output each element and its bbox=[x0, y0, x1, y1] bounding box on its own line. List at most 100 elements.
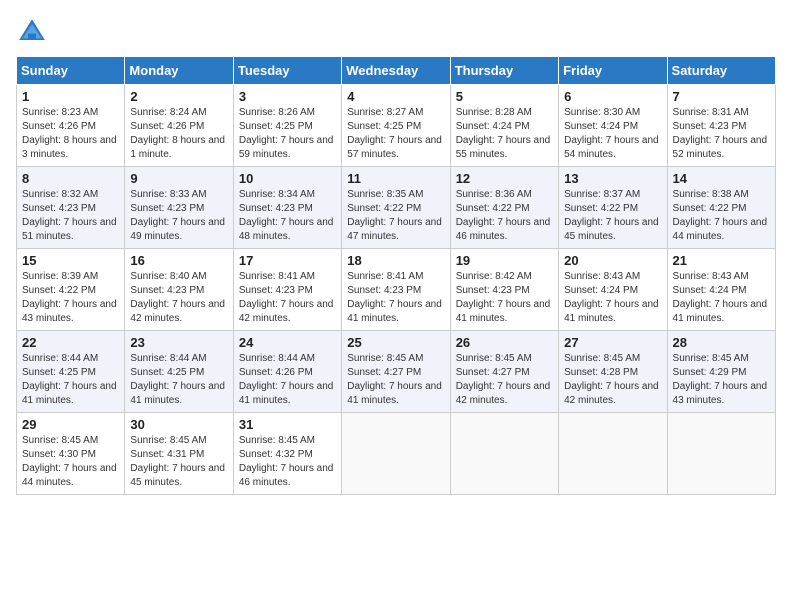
day-number: 31 bbox=[239, 417, 336, 432]
calendar-cell: 29 Sunrise: 8:45 AMSunset: 4:30 PMDaylig… bbox=[17, 413, 125, 495]
day-info: Sunrise: 8:31 AMSunset: 4:23 PMDaylight:… bbox=[673, 106, 770, 162]
day-info: Sunrise: 8:45 AMSunset: 4:31 PMDaylight:… bbox=[130, 434, 227, 490]
calendar-week-row: 22 Sunrise: 8:44 AMSunset: 4:25 PMDaylig… bbox=[17, 331, 776, 413]
calendar-cell: 14 Sunrise: 8:38 AMSunset: 4:22 PMDaylig… bbox=[667, 167, 775, 249]
day-info: Sunrise: 8:30 AMSunset: 4:24 PMDaylight:… bbox=[564, 106, 661, 162]
calendar-cell: 7 Sunrise: 8:31 AMSunset: 4:23 PMDayligh… bbox=[667, 85, 775, 167]
calendar-cell bbox=[450, 413, 558, 495]
calendar-cell: 24 Sunrise: 8:44 AMSunset: 4:26 PMDaylig… bbox=[233, 331, 341, 413]
day-number: 24 bbox=[239, 335, 336, 350]
day-info: Sunrise: 8:41 AMSunset: 4:23 PMDaylight:… bbox=[239, 270, 336, 326]
day-info: Sunrise: 8:44 AMSunset: 4:26 PMDaylight:… bbox=[239, 352, 336, 408]
logo bbox=[16, 16, 52, 48]
calendar-cell bbox=[342, 413, 450, 495]
day-number: 4 bbox=[347, 89, 444, 104]
calendar-cell: 22 Sunrise: 8:44 AMSunset: 4:25 PMDaylig… bbox=[17, 331, 125, 413]
day-info: Sunrise: 8:44 AMSunset: 4:25 PMDaylight:… bbox=[130, 352, 227, 408]
calendar-week-row: 8 Sunrise: 8:32 AMSunset: 4:23 PMDayligh… bbox=[17, 167, 776, 249]
calendar-cell: 21 Sunrise: 8:43 AMSunset: 4:24 PMDaylig… bbox=[667, 249, 775, 331]
day-info: Sunrise: 8:39 AMSunset: 4:22 PMDaylight:… bbox=[22, 270, 119, 326]
day-number: 17 bbox=[239, 253, 336, 268]
calendar-cell bbox=[667, 413, 775, 495]
day-info: Sunrise: 8:45 AMSunset: 4:29 PMDaylight:… bbox=[673, 352, 770, 408]
day-info: Sunrise: 8:24 AMSunset: 4:26 PMDaylight:… bbox=[130, 106, 227, 162]
calendar-cell: 10 Sunrise: 8:34 AMSunset: 4:23 PMDaylig… bbox=[233, 167, 341, 249]
calendar-header-thursday: Thursday bbox=[450, 57, 558, 85]
day-number: 7 bbox=[673, 89, 770, 104]
day-info: Sunrise: 8:35 AMSunset: 4:22 PMDaylight:… bbox=[347, 188, 444, 244]
day-info: Sunrise: 8:34 AMSunset: 4:23 PMDaylight:… bbox=[239, 188, 336, 244]
day-number: 12 bbox=[456, 171, 553, 186]
page-header bbox=[16, 16, 776, 48]
day-number: 3 bbox=[239, 89, 336, 104]
day-info: Sunrise: 8:27 AMSunset: 4:25 PMDaylight:… bbox=[347, 106, 444, 162]
calendar-cell: 17 Sunrise: 8:41 AMSunset: 4:23 PMDaylig… bbox=[233, 249, 341, 331]
day-info: Sunrise: 8:28 AMSunset: 4:24 PMDaylight:… bbox=[456, 106, 553, 162]
calendar-table: SundayMondayTuesdayWednesdayThursdayFrid… bbox=[16, 56, 776, 495]
calendar-header-sunday: Sunday bbox=[17, 57, 125, 85]
calendar-cell: 3 Sunrise: 8:26 AMSunset: 4:25 PMDayligh… bbox=[233, 85, 341, 167]
day-info: Sunrise: 8:33 AMSunset: 4:23 PMDaylight:… bbox=[130, 188, 227, 244]
calendar-cell: 6 Sunrise: 8:30 AMSunset: 4:24 PMDayligh… bbox=[559, 85, 667, 167]
day-info: Sunrise: 8:38 AMSunset: 4:22 PMDaylight:… bbox=[673, 188, 770, 244]
day-number: 13 bbox=[564, 171, 661, 186]
day-number: 2 bbox=[130, 89, 227, 104]
calendar-cell: 4 Sunrise: 8:27 AMSunset: 4:25 PMDayligh… bbox=[342, 85, 450, 167]
calendar-header-tuesday: Tuesday bbox=[233, 57, 341, 85]
day-number: 8 bbox=[22, 171, 119, 186]
day-info: Sunrise: 8:32 AMSunset: 4:23 PMDaylight:… bbox=[22, 188, 119, 244]
day-number: 1 bbox=[22, 89, 119, 104]
day-number: 19 bbox=[456, 253, 553, 268]
calendar-week-row: 1 Sunrise: 8:23 AMSunset: 4:26 PMDayligh… bbox=[17, 85, 776, 167]
day-number: 16 bbox=[130, 253, 227, 268]
calendar-cell: 5 Sunrise: 8:28 AMSunset: 4:24 PMDayligh… bbox=[450, 85, 558, 167]
calendar-cell: 18 Sunrise: 8:41 AMSunset: 4:23 PMDaylig… bbox=[342, 249, 450, 331]
calendar-cell bbox=[559, 413, 667, 495]
day-info: Sunrise: 8:45 AMSunset: 4:27 PMDaylight:… bbox=[456, 352, 553, 408]
day-number: 11 bbox=[347, 171, 444, 186]
day-info: Sunrise: 8:36 AMSunset: 4:22 PMDaylight:… bbox=[456, 188, 553, 244]
calendar-header-monday: Monday bbox=[125, 57, 233, 85]
calendar-cell: 2 Sunrise: 8:24 AMSunset: 4:26 PMDayligh… bbox=[125, 85, 233, 167]
calendar-cell: 25 Sunrise: 8:45 AMSunset: 4:27 PMDaylig… bbox=[342, 331, 450, 413]
day-number: 15 bbox=[22, 253, 119, 268]
calendar-cell: 12 Sunrise: 8:36 AMSunset: 4:22 PMDaylig… bbox=[450, 167, 558, 249]
calendar-cell: 8 Sunrise: 8:32 AMSunset: 4:23 PMDayligh… bbox=[17, 167, 125, 249]
calendar-header-friday: Friday bbox=[559, 57, 667, 85]
calendar-cell: 1 Sunrise: 8:23 AMSunset: 4:26 PMDayligh… bbox=[17, 85, 125, 167]
day-info: Sunrise: 8:45 AMSunset: 4:30 PMDaylight:… bbox=[22, 434, 119, 490]
day-info: Sunrise: 8:26 AMSunset: 4:25 PMDaylight:… bbox=[239, 106, 336, 162]
calendar-cell: 15 Sunrise: 8:39 AMSunset: 4:22 PMDaylig… bbox=[17, 249, 125, 331]
day-number: 10 bbox=[239, 171, 336, 186]
day-number: 28 bbox=[673, 335, 770, 350]
calendar-cell: 28 Sunrise: 8:45 AMSunset: 4:29 PMDaylig… bbox=[667, 331, 775, 413]
calendar-cell: 9 Sunrise: 8:33 AMSunset: 4:23 PMDayligh… bbox=[125, 167, 233, 249]
day-info: Sunrise: 8:42 AMSunset: 4:23 PMDaylight:… bbox=[456, 270, 553, 326]
logo-icon bbox=[16, 16, 48, 48]
calendar-cell: 27 Sunrise: 8:45 AMSunset: 4:28 PMDaylig… bbox=[559, 331, 667, 413]
day-info: Sunrise: 8:45 AMSunset: 4:27 PMDaylight:… bbox=[347, 352, 444, 408]
day-number: 25 bbox=[347, 335, 444, 350]
day-info: Sunrise: 8:37 AMSunset: 4:22 PMDaylight:… bbox=[564, 188, 661, 244]
calendar-cell: 26 Sunrise: 8:45 AMSunset: 4:27 PMDaylig… bbox=[450, 331, 558, 413]
calendar-cell: 13 Sunrise: 8:37 AMSunset: 4:22 PMDaylig… bbox=[559, 167, 667, 249]
day-number: 14 bbox=[673, 171, 770, 186]
calendar-week-row: 15 Sunrise: 8:39 AMSunset: 4:22 PMDaylig… bbox=[17, 249, 776, 331]
day-info: Sunrise: 8:41 AMSunset: 4:23 PMDaylight:… bbox=[347, 270, 444, 326]
day-number: 21 bbox=[673, 253, 770, 268]
calendar-cell: 16 Sunrise: 8:40 AMSunset: 4:23 PMDaylig… bbox=[125, 249, 233, 331]
calendar-cell: 11 Sunrise: 8:35 AMSunset: 4:22 PMDaylig… bbox=[342, 167, 450, 249]
day-number: 30 bbox=[130, 417, 227, 432]
day-number: 9 bbox=[130, 171, 227, 186]
calendar-header-saturday: Saturday bbox=[667, 57, 775, 85]
day-info: Sunrise: 8:45 AMSunset: 4:32 PMDaylight:… bbox=[239, 434, 336, 490]
day-info: Sunrise: 8:23 AMSunset: 4:26 PMDaylight:… bbox=[22, 106, 119, 162]
calendar-header-wednesday: Wednesday bbox=[342, 57, 450, 85]
day-number: 5 bbox=[456, 89, 553, 104]
day-number: 18 bbox=[347, 253, 444, 268]
calendar-cell: 23 Sunrise: 8:44 AMSunset: 4:25 PMDaylig… bbox=[125, 331, 233, 413]
calendar-cell: 19 Sunrise: 8:42 AMSunset: 4:23 PMDaylig… bbox=[450, 249, 558, 331]
day-info: Sunrise: 8:44 AMSunset: 4:25 PMDaylight:… bbox=[22, 352, 119, 408]
calendar-cell: 30 Sunrise: 8:45 AMSunset: 4:31 PMDaylig… bbox=[125, 413, 233, 495]
day-number: 22 bbox=[22, 335, 119, 350]
